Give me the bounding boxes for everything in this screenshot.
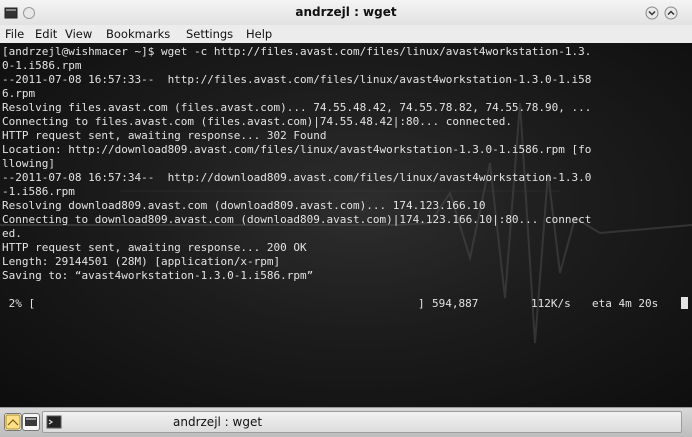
terminal-line: Connecting to files.avast.com (files.ava… bbox=[2, 115, 512, 128]
window-title: andrzejl : wget bbox=[295, 5, 397, 19]
terminal-line: HTTP request sent, awaiting response... … bbox=[2, 129, 327, 142]
menu-help[interactable]: Help bbox=[246, 27, 272, 41]
terminal-line: Connecting to download809.avast.com (dow… bbox=[2, 213, 592, 226]
terminal-line: llowing] bbox=[2, 157, 55, 170]
launcher-icon[interactable] bbox=[4, 413, 22, 431]
title-bar: andrzejl : wget bbox=[0, 0, 692, 25]
taskbar-task-wget[interactable]: andrzejl : wget bbox=[42, 411, 682, 433]
terminal-line: 6.rpm bbox=[2, 87, 36, 100]
progress-eta: eta 4m 20s bbox=[592, 297, 659, 310]
menu-view[interactable]: View bbox=[65, 27, 92, 41]
terminal-line: Length: 29144501 (28M) [application/x-rp… bbox=[2, 255, 281, 268]
menu-settings[interactable]: Settings bbox=[186, 27, 233, 41]
terminal-line: HTTP request sent, awaiting response... … bbox=[2, 241, 307, 254]
minimize-icon[interactable] bbox=[645, 5, 659, 20]
menu-file[interactable]: File bbox=[5, 27, 24, 41]
terminal-output[interactable]: [andrzejl@wishmacer ~]$ wget -c http://f… bbox=[0, 43, 692, 407]
progress-bytes: 594,887 bbox=[432, 297, 479, 310]
terminal-line: Saving to: “avast4workstation-1.3.0-1.i5… bbox=[2, 269, 314, 282]
terminal-line: Resolving download809.avast.com (downloa… bbox=[2, 199, 486, 212]
terminal-line: [andrzejl@wishmacer ~]$ wget -c http://f… bbox=[2, 45, 592, 58]
maximize-icon[interactable] bbox=[664, 5, 678, 20]
menu-bar: File Edit View Bookmarks Settings Help bbox=[0, 25, 692, 43]
menu-edit[interactable]: Edit bbox=[35, 27, 57, 41]
show-desktop-icon[interactable] bbox=[22, 413, 40, 431]
terminal-line: Resolving files.avast.com (files.avast.c… bbox=[2, 101, 592, 114]
terminal-line: -1.i586.rpm bbox=[2, 185, 75, 198]
konsole-icon bbox=[46, 414, 62, 434]
progress-speed: 112K/s bbox=[531, 297, 571, 310]
taskbar-task-label: andrzejl : wget bbox=[173, 415, 263, 429]
terminal-line: --2011-07-08 16:57:33-- http://files.ava… bbox=[2, 73, 592, 86]
menu-bookmarks[interactable]: Bookmarks bbox=[106, 27, 170, 41]
terminal-line: ed. bbox=[2, 227, 22, 240]
terminal-line: Location: http://download809.avast.com/f… bbox=[2, 143, 592, 156]
terminal-line: --2011-07-08 16:57:34-- http://download8… bbox=[2, 171, 592, 184]
progress-percent: 2% [ bbox=[2, 297, 36, 310]
terminal-line: 0-1.i586.rpm bbox=[2, 59, 82, 72]
taskbar: andrzejl : wget bbox=[0, 407, 692, 437]
progress-bracket-close: ] bbox=[418, 297, 425, 310]
text-cursor bbox=[681, 297, 688, 309]
